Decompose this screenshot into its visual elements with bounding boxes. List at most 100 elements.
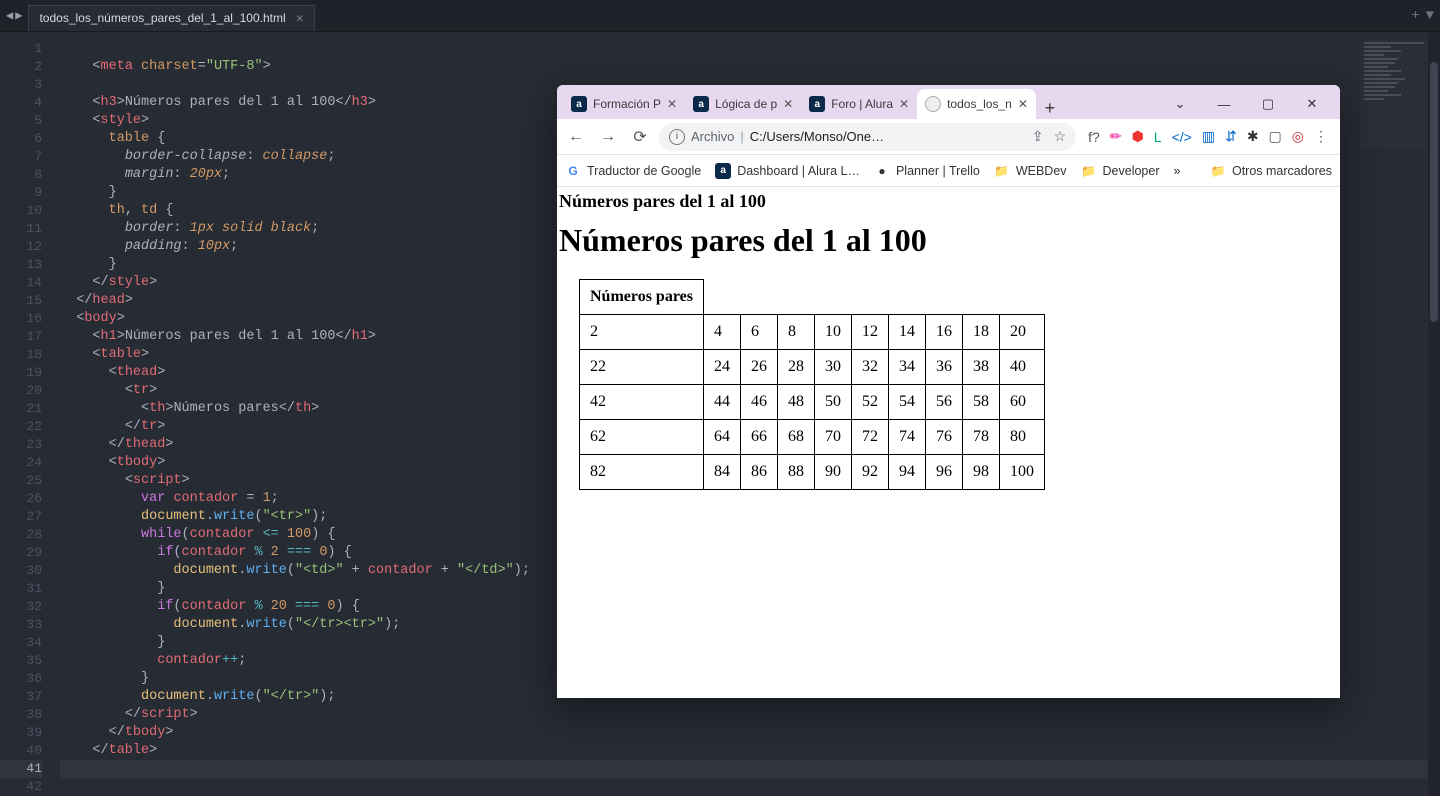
browser-tab-label: Formación P	[593, 97, 661, 111]
table-cell: 16	[925, 315, 962, 350]
editor-forward-icon[interactable]: ▶	[15, 8, 22, 23]
extension-icons: f? ✏ ⬢ L </> ▥ ⇵ ✱ ▢ ◎ ⋮	[1082, 128, 1334, 145]
new-tab-button[interactable]: +	[1036, 98, 1064, 119]
table-cell: 96	[925, 455, 962, 490]
bookmark-favicon: a	[715, 163, 731, 179]
browser-tab[interactable]: aForo | Alura✕	[801, 89, 917, 119]
close-tab-icon[interactable]: ✕	[1018, 97, 1028, 111]
tab-menu-icon[interactable]: ▼	[1426, 8, 1434, 24]
close-tab-icon[interactable]: ✕	[667, 97, 677, 111]
table-cell: 94	[888, 455, 925, 490]
star-icon[interactable]: ☆	[1054, 128, 1067, 145]
browser-tab-label: Lógica de p	[715, 97, 777, 111]
extension-icon[interactable]: ⬢	[1132, 128, 1144, 145]
table-cell: 4	[703, 315, 740, 350]
table-cell: 52	[851, 385, 888, 420]
share-icon[interactable]: ⇪	[1032, 128, 1044, 145]
bookmark-item[interactable]: aDashboard | Alura L…	[715, 163, 860, 179]
extension-icon[interactable]: L	[1154, 129, 1162, 145]
bookmark-item[interactable]: 📁Developer	[1081, 163, 1160, 179]
browser-back-icon[interactable]: ←	[563, 128, 589, 146]
close-tab-icon[interactable]: ✕	[783, 97, 793, 111]
scrollbar-thumb[interactable]	[1430, 62, 1438, 322]
table-row: 42444648505254565860	[580, 385, 1045, 420]
table-cell: 66	[740, 420, 777, 455]
folder-icon: 📁	[994, 163, 1010, 179]
browser-tab[interactable]: todos_los_n✕	[917, 89, 1036, 119]
omnibox[interactable]: i Archivo | C:/Users/Monso/One… ⇪ ☆	[659, 123, 1076, 151]
table-cell: 86	[740, 455, 777, 490]
table-cell: 42	[580, 385, 704, 420]
table-cell: 74	[888, 420, 925, 455]
browser-tabstrip: aFormación P✕aLógica de p✕aForo | Alura✕…	[557, 85, 1340, 119]
other-bookmarks-label: Otros marcadores	[1232, 164, 1332, 178]
table-cell: 82	[580, 455, 704, 490]
extension-icon[interactable]: ▥	[1202, 128, 1215, 145]
table-cell: 78	[962, 420, 999, 455]
window-controls: ⌄ — ▢ ✕	[1158, 89, 1334, 119]
omnibox-source-label: Archivo	[691, 129, 734, 144]
editor-tab-actions: + ▼	[1411, 8, 1440, 24]
browser-tab[interactable]: aLógica de p✕	[685, 89, 801, 119]
editor-back-icon[interactable]: ◀	[6, 8, 13, 23]
other-bookmarks[interactable]: 📁 Otros marcadores	[1210, 163, 1332, 179]
extension-icon[interactable]: ⇵	[1225, 128, 1237, 145]
site-info-icon[interactable]: i	[669, 129, 685, 145]
table-cell: 26	[740, 350, 777, 385]
window-maximize-icon[interactable]: ▢	[1246, 96, 1290, 112]
favicon: a	[809, 96, 825, 112]
bookmark-label: Traductor de Google	[587, 164, 701, 178]
table-row: 2468101214161820	[580, 315, 1045, 350]
bookmarks-overflow-icon[interactable]: »	[1174, 164, 1181, 178]
table-cell: 48	[777, 385, 814, 420]
extension-icon[interactable]: </>	[1172, 129, 1192, 145]
table-cell: 46	[740, 385, 777, 420]
window-caret-icon[interactable]: ⌄	[1158, 96, 1202, 112]
window-minimize-icon[interactable]: —	[1202, 97, 1246, 112]
table-cell: 80	[999, 420, 1044, 455]
table-cell: 62	[580, 420, 704, 455]
extension-icon[interactable]: ✱	[1247, 128, 1259, 145]
table-cell: 56	[925, 385, 962, 420]
add-tab-icon[interactable]: +	[1411, 8, 1419, 24]
table-cell: 72	[851, 420, 888, 455]
table-cell: 28	[777, 350, 814, 385]
close-tab-icon[interactable]: ×	[296, 10, 304, 26]
bookmark-item[interactable]: G Traductor de Google	[565, 163, 701, 179]
table-cell: 68	[777, 420, 814, 455]
bookmarks-bar: G Traductor de Google aDashboard | Alura L…	[557, 155, 1340, 187]
bookmark-label: WEBDev	[1016, 164, 1067, 178]
extension-icon[interactable]: ✏	[1110, 128, 1122, 145]
table-cell: 58	[962, 385, 999, 420]
browser-tab[interactable]: aFormación P✕	[563, 89, 685, 119]
table-cell: 12	[851, 315, 888, 350]
bookmark-favicon: G	[565, 163, 581, 179]
table-cell: 8	[777, 315, 814, 350]
table-cell: 10	[814, 315, 851, 350]
browser-reload-icon[interactable]: ⟳	[627, 127, 653, 147]
bookmark-item[interactable]: ● Planner | Trello	[874, 163, 980, 179]
table-cell: 18	[962, 315, 999, 350]
table-cell: 88	[777, 455, 814, 490]
rendered-page[interactable]: Números pares del 1 al 100 Números pares…	[557, 187, 1340, 698]
browser-forward-icon[interactable]: →	[595, 128, 621, 146]
table-cell: 44	[703, 385, 740, 420]
table-row: 828486889092949698100	[580, 455, 1045, 490]
bookmark-favicon: ●	[874, 163, 890, 179]
bookmark-item[interactable]: 📁 WEBDev	[994, 163, 1067, 179]
editor-file-tab[interactable]: todos_los_números_pares_del_1_al_100.htm…	[28, 5, 314, 31]
editor-scrollbar[interactable]	[1428, 32, 1440, 796]
table-header: Números pares	[580, 280, 704, 315]
table-row: 22242628303234363840	[580, 350, 1045, 385]
minimap[interactable]	[1360, 40, 1428, 150]
extension-icon[interactable]: ▢	[1269, 128, 1282, 145]
extension-icon[interactable]: f?	[1088, 129, 1100, 145]
window-close-icon[interactable]: ✕	[1290, 96, 1334, 112]
bookmark-label: Planner | Trello	[896, 164, 980, 178]
table-cell: 34	[888, 350, 925, 385]
extension-icon[interactable]: ⋮	[1314, 128, 1328, 145]
extension-icon[interactable]: ◎	[1292, 128, 1304, 145]
page-h1: Números pares del 1 al 100	[559, 222, 1330, 259]
close-tab-icon[interactable]: ✕	[899, 97, 909, 111]
table-cell: 98	[962, 455, 999, 490]
